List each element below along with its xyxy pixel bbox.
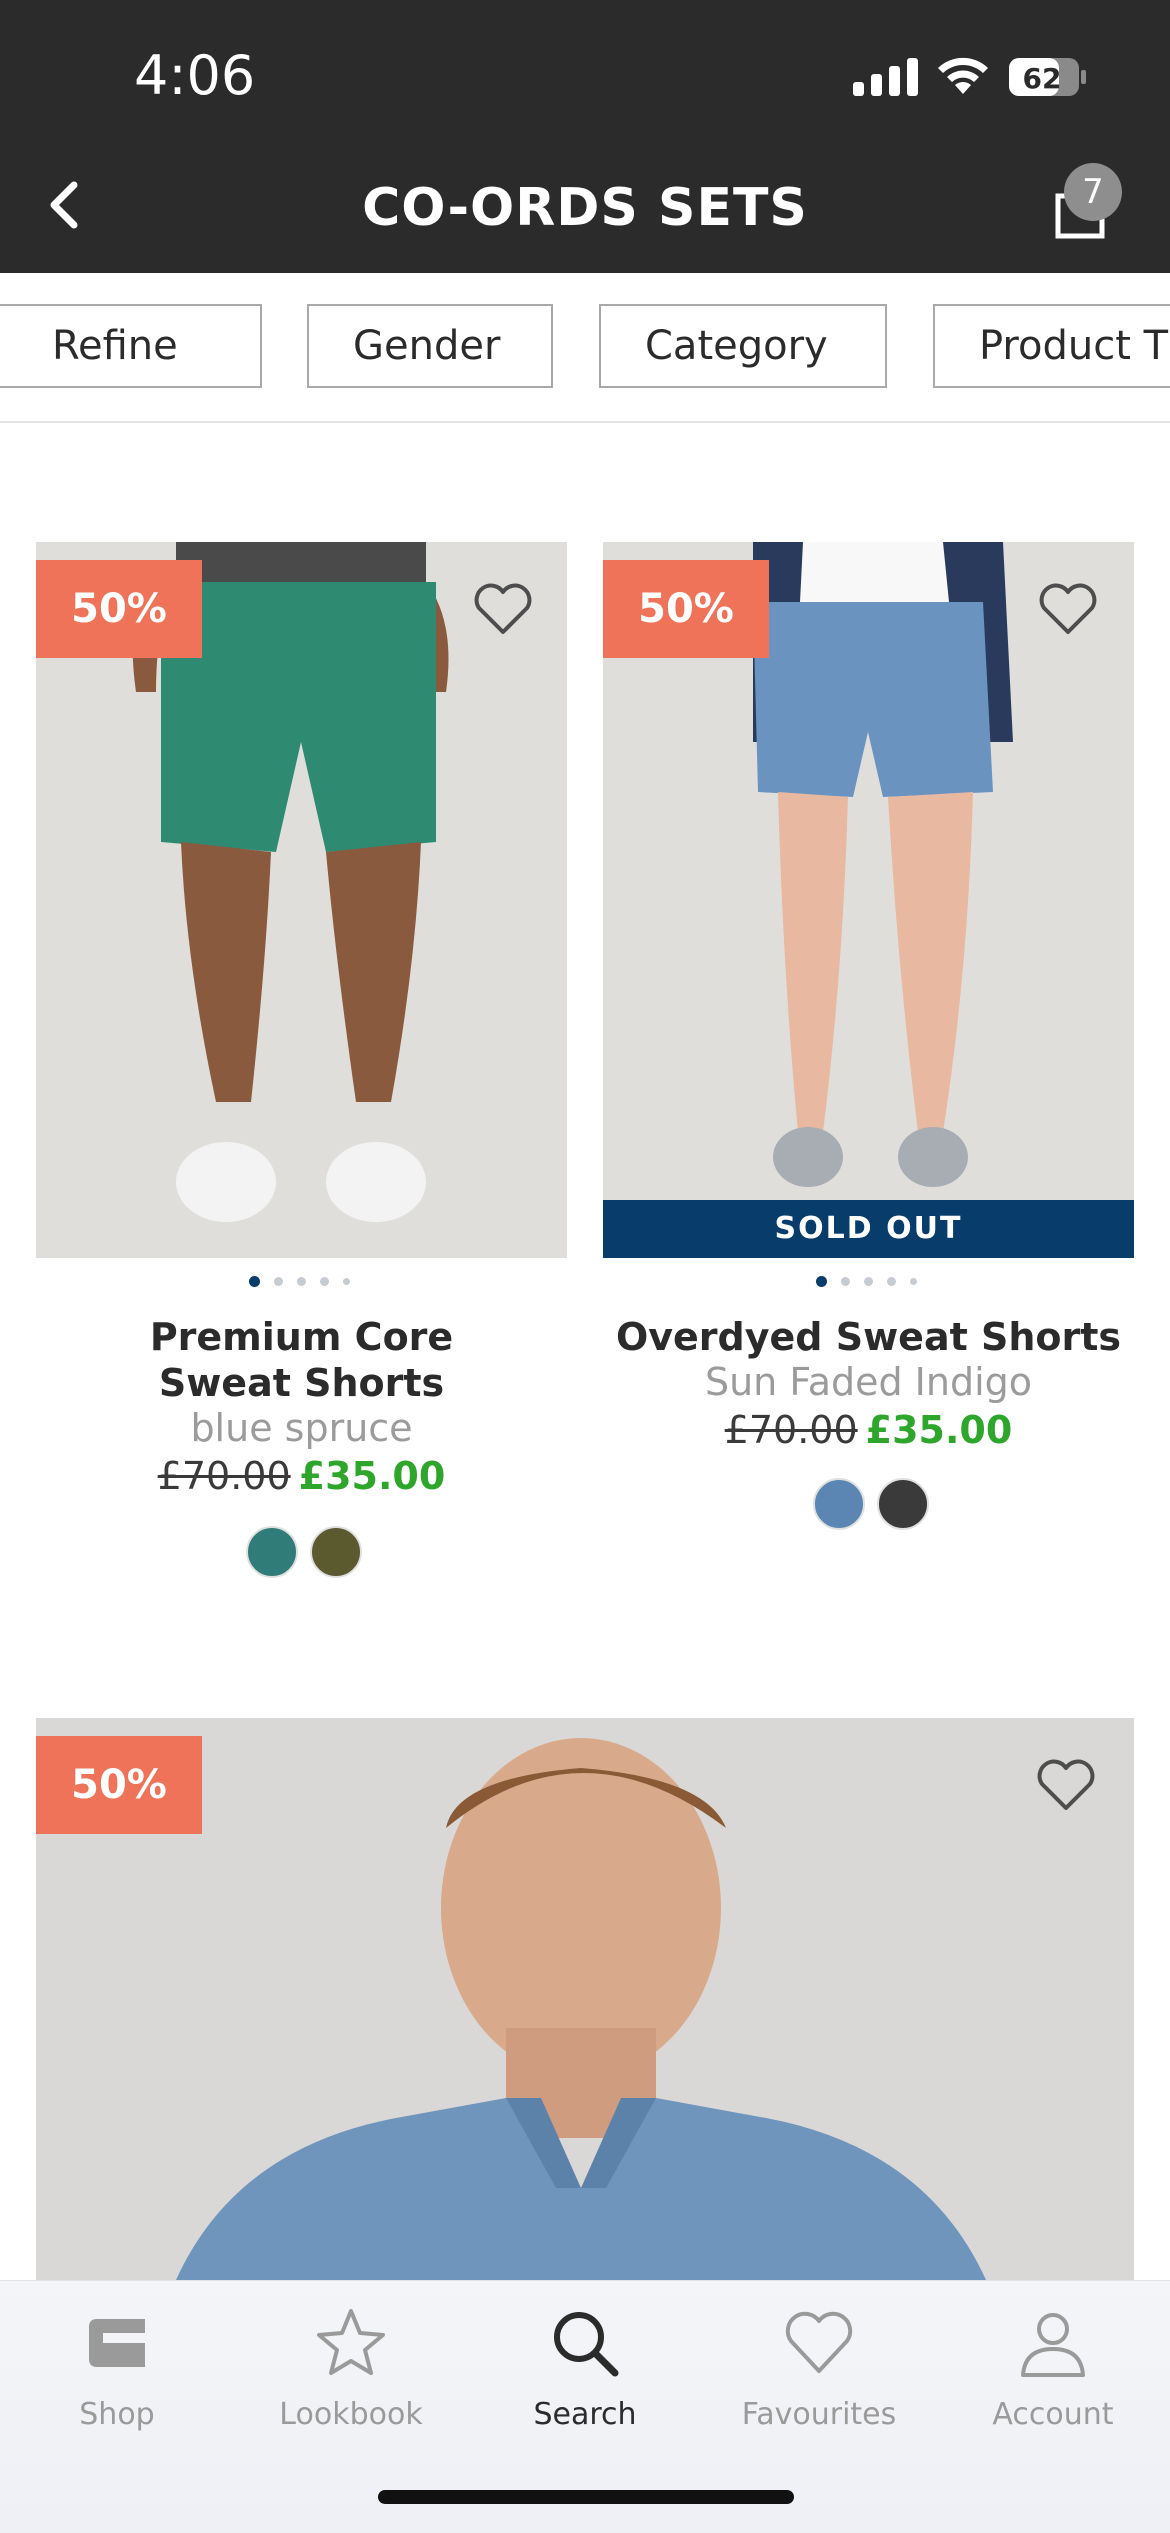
color-swatches: [813, 1478, 929, 1530]
tab-search[interactable]: Search: [468, 2305, 702, 2432]
cellular-signal-icon: [853, 56, 918, 96]
swatch-indigo[interactable]: [813, 1478, 865, 1530]
sale-price: £35.00: [865, 1408, 1013, 1452]
page-title: CO-ORDS SETS: [362, 178, 808, 238]
swatch-blue-spruce[interactable]: [246, 1526, 298, 1578]
person-icon: [1021, 2313, 1085, 2377]
star-icon: [317, 2309, 385, 2375]
gender-filter-button[interactable]: Gender: [307, 304, 553, 388]
tab-label: Account: [992, 2397, 1114, 2432]
bag-count-badge: 7: [1064, 163, 1122, 221]
home-indicator[interactable]: [378, 2490, 794, 2504]
filter-bar: Refine Gender Category Product T: [0, 273, 1170, 423]
tab-favourites[interactable]: Favourites: [702, 2305, 936, 2432]
tab-label: Lookbook: [279, 2397, 423, 2432]
top-bar: 4:06 62 CO-ORDS SETS 7: [0, 0, 1170, 273]
product-image[interactable]: 50%: [36, 542, 567, 1258]
image-carousel-dots[interactable]: [816, 1276, 917, 1287]
favourite-heart-icon[interactable]: [1034, 1756, 1098, 1814]
product-color: Sun Faded Indigo: [704, 1360, 1033, 1404]
original-price: £70.00: [724, 1408, 858, 1452]
status-time: 4:06: [134, 44, 256, 107]
battery-level: 62: [1023, 62, 1062, 95]
tab-label: Search: [533, 2397, 637, 2432]
battery-icon: 62: [1009, 58, 1086, 96]
refine-filter-button[interactable]: Refine: [0, 304, 262, 388]
tab-lookbook[interactable]: Lookbook: [234, 2305, 468, 2432]
tab-label: Favourites: [741, 2397, 897, 2432]
image-carousel-dots[interactable]: [249, 1276, 350, 1287]
favourite-heart-icon[interactable]: [1036, 580, 1100, 638]
swatch-black[interactable]: [877, 1478, 929, 1530]
favourite-heart-icon[interactable]: [471, 580, 535, 638]
original-price: £70.00: [157, 1454, 291, 1498]
product-type-filter-button[interactable]: Product T: [933, 304, 1170, 388]
swatch-olive[interactable]: [310, 1526, 362, 1578]
sale-price: £35.00: [298, 1454, 446, 1498]
product-image[interactable]: 50%: [36, 1718, 1134, 2280]
shop-icon: [89, 2319, 145, 2367]
product-name[interactable]: Premium Core Sweat Shorts: [36, 1314, 567, 1406]
search-icon: [554, 2312, 619, 2377]
heart-icon: [785, 2311, 853, 2373]
product-name[interactable]: Overdyed Sweat Shorts: [603, 1314, 1134, 1360]
discount-badge: 50%: [36, 1736, 202, 1834]
discount-badge: 50%: [603, 560, 769, 658]
product-color: blue spruce: [190, 1406, 413, 1450]
product-price: £70.00 £35.00: [603, 1408, 1134, 1452]
tab-shop[interactable]: Shop: [0, 2305, 234, 2432]
wifi-icon: [938, 57, 988, 94]
product-price: £70.00 £35.00: [36, 1454, 567, 1498]
product-image[interactable]: 50% SOLD OUT: [603, 542, 1134, 1258]
tab-account[interactable]: Account: [936, 2305, 1170, 2432]
category-filter-button[interactable]: Category: [599, 304, 887, 388]
discount-badge: 50%: [36, 560, 202, 658]
tab-label: Shop: [79, 2397, 155, 2432]
sold-out-banner: SOLD OUT: [603, 1200, 1134, 1258]
color-swatches: [246, 1526, 362, 1578]
